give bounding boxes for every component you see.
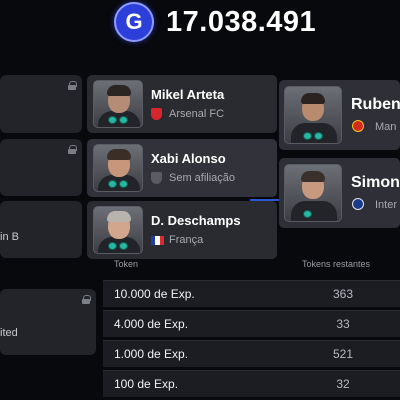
tokens-remaining: 33: [336, 317, 350, 331]
left-card-label: ited: [0, 327, 18, 339]
gp-amount: 17.038.491: [166, 5, 317, 38]
inter-crest-icon: [352, 198, 364, 210]
coach-card-ruben[interactable]: Ruben Man: [279, 80, 400, 150]
reward-label: 10.000 de Exp.: [114, 287, 195, 301]
left-card-2[interactable]: [0, 139, 82, 196]
token-column-header: Token: [114, 259, 139, 269]
lock-icon: [68, 81, 77, 90]
tokens-remaining: 363: [332, 287, 354, 301]
reward-label: 100 de Exp.: [114, 377, 179, 391]
gp-coin-icon: G: [114, 2, 154, 42]
coin-symbol: G: [125, 9, 143, 34]
lock-icon: [68, 145, 77, 154]
left-card-3[interactable]: in B: [0, 201, 82, 258]
coach-card-deschamps[interactable]: D. Deschamps França: [87, 201, 277, 259]
skill-badges: [108, 116, 130, 124]
coach-team: Inter: [375, 199, 398, 211]
no-affiliation-shield-icon: [151, 172, 162, 184]
reward-label: 1.000 de Exp.: [114, 347, 189, 361]
gp-balance: G 17.038.491: [114, 2, 316, 42]
table-row: 1.000 de Exp. 521: [103, 340, 400, 367]
coach-team: Arsenal FC: [169, 108, 225, 120]
coach-photo: [93, 80, 143, 128]
coach-name: Simone: [351, 174, 400, 191]
coach-name: Ruben: [351, 96, 400, 113]
skill-badges: [108, 242, 130, 250]
coach-photo: [284, 164, 342, 222]
lock-icon: [82, 295, 91, 304]
tokens-remaining: 521: [332, 347, 354, 361]
rewards-table: 10.000 de Exp. 363 4.000 de Exp. 33 1.00…: [103, 280, 400, 400]
skill-badges: [108, 180, 130, 188]
left-card-label: in B: [0, 231, 19, 243]
table-row: 100 de Exp. 32: [103, 370, 400, 397]
skill-badges: [303, 132, 325, 140]
coach-photo: [93, 144, 143, 192]
coach-card-arteta[interactable]: Mikel Arteta Arsenal FC: [87, 75, 277, 133]
coach-name: Xabi Alonso: [151, 151, 226, 166]
coach-name: D. Deschamps: [151, 213, 241, 228]
arsenal-crest-icon: [151, 108, 162, 120]
coach-team: Sem afiliação: [169, 172, 236, 184]
reward-label: 4.000 de Exp.: [114, 317, 189, 331]
coach-card-simone[interactable]: Simone Inter: [279, 158, 400, 228]
coach-team: França: [169, 234, 204, 246]
coach-photo: [93, 206, 143, 254]
tokens-remaining: 32: [336, 377, 350, 391]
france-flag-icon: [151, 236, 164, 245]
table-row: 4.000 de Exp. 33: [103, 310, 400, 337]
coach-photo: [284, 86, 342, 144]
remaining-column-header: Tokens restantes: [302, 259, 371, 269]
coach-team: Man: [375, 121, 397, 133]
coach-name: Mikel Arteta: [151, 87, 225, 102]
table-row: 10.000 de Exp. 363: [103, 280, 400, 307]
left-card-4[interactable]: ited: [0, 289, 96, 355]
coach-card-alonso[interactable]: Xabi Alonso Sem afiliação: [87, 139, 277, 197]
skill-badges: [303, 210, 325, 218]
left-card-1[interactable]: [0, 75, 82, 133]
manchester-united-crest-icon: [352, 120, 364, 132]
